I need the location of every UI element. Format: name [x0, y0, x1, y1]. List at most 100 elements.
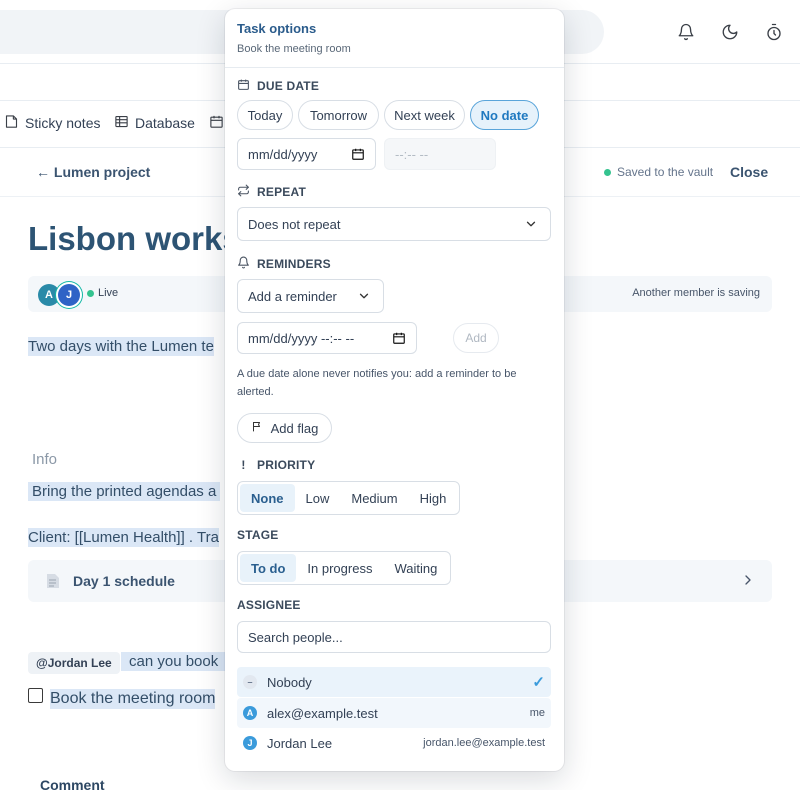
paragraph[interactable]: can you book: [121, 652, 227, 671]
avatar: J: [58, 284, 80, 306]
popover-title: Task options: [237, 21, 317, 36]
popover-header: Task options Book the meeting room: [225, 9, 564, 68]
live-label: Live: [98, 287, 119, 299]
priority-high-option[interactable]: High: [409, 484, 458, 512]
avatar: –: [243, 675, 257, 689]
document-icon: [46, 573, 60, 594]
priority-label: ! PRIORITY: [237, 458, 552, 472]
check-icon: ✓: [532, 674, 545, 691]
priority-low-option[interactable]: Low: [295, 484, 341, 512]
avatar: J: [243, 736, 257, 750]
stage-segmented-control: To do In progress Waiting: [237, 551, 452, 585]
comment-heading: Comment: [40, 777, 105, 790]
paragraph[interactable]: Client: [[Lumen Health]] . Tra: [28, 528, 219, 547]
page-title[interactable]: Lisbon works: [28, 220, 241, 258]
paragraph[interactable]: Bring the printed agendas a: [28, 482, 221, 501]
repeat-value: Does not repeat: [248, 216, 341, 232]
back-to-project-link[interactable]: ← Lumen project: [36, 164, 150, 180]
flag-icon: [251, 420, 263, 436]
linked-page-title: Day 1 schedule: [73, 573, 175, 589]
add-flag-label: Add flag: [270, 420, 319, 436]
section-label: DUE DATE: [257, 79, 320, 93]
priority-none-option[interactable]: None: [240, 484, 295, 512]
stage-section: STAGE: [237, 528, 552, 542]
tab-database[interactable]: Database: [114, 114, 195, 132]
live-dot-icon: [87, 289, 94, 297]
calendar-icon: [237, 78, 250, 94]
add-reminder-select[interactable]: Add a reminder: [237, 279, 384, 313]
reminder-hint: A due date alone never notifies you: add…: [237, 368, 517, 398]
status-dot-icon: [604, 168, 611, 176]
repeat-select[interactable]: Does not repeat: [237, 207, 551, 241]
person-name: alex@example.test: [267, 705, 378, 721]
live-indicator: Live: [87, 287, 118, 299]
repeat-icon: [237, 184, 250, 200]
note-icon: [4, 114, 19, 132]
assignee-option-nobody[interactable]: – Nobody ✓: [237, 667, 551, 697]
priority-medium-option[interactable]: Medium: [340, 484, 408, 512]
people-search-input[interactable]: Search people...: [237, 621, 551, 653]
due-date-label: DUE DATE: [237, 78, 552, 94]
calendar-picker-icon[interactable]: [392, 331, 406, 348]
stage-todo-option[interactable]: To do: [240, 554, 297, 582]
reminder-datetime-input[interactable]: mm/dd/yyyy --:-- --: [237, 322, 417, 354]
calendar-picker-icon[interactable]: [351, 147, 365, 164]
chevron-down-icon: [357, 289, 371, 306]
avatar: A: [38, 284, 60, 306]
section-label: PRIORITY: [257, 458, 316, 472]
moon-icon[interactable]: [718, 20, 742, 44]
chevron-right-icon: [740, 572, 756, 593]
people-search-placeholder: Search people...: [248, 629, 343, 645]
tab-calendar[interactable]: [209, 114, 224, 132]
person-meta: me: [529, 707, 545, 719]
reminders-section: REMINDERS: [237, 256, 552, 272]
info-heading: Info: [32, 451, 58, 468]
add-reminder-button[interactable]: Add: [453, 323, 499, 353]
section-label: REMINDERS: [257, 257, 331, 271]
paragraph[interactable]: Two days with the Lumen te: [28, 337, 214, 356]
due-date-input[interactable]: mm/dd/yyyy: [237, 138, 376, 170]
assignee-option-jordan[interactable]: J Jordan Lee jordan.lee@example.test: [237, 728, 551, 758]
stage-label: STAGE: [237, 528, 279, 542]
exclamation-icon: !: [241, 458, 246, 472]
due-no-date-chip[interactable]: No date: [470, 100, 539, 130]
task-checkbox[interactable]: [28, 688, 43, 703]
timer-icon[interactable]: [762, 20, 786, 44]
assignee-section: ASSIGNEE: [237, 598, 552, 612]
saved-status-text: Saved to the vault: [617, 165, 714, 179]
tab-label: Database: [135, 115, 195, 131]
datetime-placeholder: mm/dd/yyyy --:-- --: [248, 330, 355, 346]
stage-in-progress-option[interactable]: In progress: [296, 554, 383, 582]
due-time-input: --:-- --: [384, 138, 496, 170]
chevron-down-icon: [524, 217, 538, 234]
date-placeholder: mm/dd/yyyy: [248, 146, 318, 162]
repeat-section: REPEAT: [237, 184, 552, 200]
assignee-label: ASSIGNEE: [237, 598, 301, 612]
task-options-popover: Task options Book the meeting room DUE D…: [225, 9, 564, 771]
person-name: Jordan Lee: [267, 735, 333, 751]
due-tomorrow-chip[interactable]: Tomorrow: [298, 100, 379, 130]
stage-waiting-option[interactable]: Waiting: [383, 554, 448, 582]
reminders-label: REMINDERS: [237, 256, 552, 272]
person-meta: jordan.lee@example.test: [423, 737, 545, 749]
task-text[interactable]: Book the meeting room: [50, 689, 216, 709]
due-next-week-chip[interactable]: Next week: [384, 100, 465, 130]
person-name: Nobody: [267, 674, 312, 690]
bell-icon[interactable]: [674, 20, 698, 44]
tab-sticky-notes[interactable]: Sticky notes: [4, 114, 100, 132]
time-placeholder: --:-- --: [395, 146, 429, 162]
priority-segmented-control: None Low Medium High: [237, 481, 461, 515]
avatar: A: [243, 706, 257, 720]
due-date-section: DUE DATE: [237, 78, 552, 94]
tab-label: Sticky notes: [25, 115, 101, 131]
due-today-chip[interactable]: Today: [237, 100, 293, 130]
table-icon: [114, 114, 129, 132]
close-button[interactable]: Close: [730, 164, 768, 180]
add-reminder-label: Add a reminder: [248, 288, 337, 304]
assignee-option-alex[interactable]: A alex@example.test me: [237, 698, 551, 728]
add-flag-button[interactable]: Add flag: [237, 413, 332, 443]
saving-status: Another member is saving: [632, 287, 760, 299]
priority-section: ! PRIORITY: [237, 458, 552, 472]
calendar-icon: [209, 114, 224, 132]
user-mention[interactable]: @Jordan Lee: [28, 652, 120, 674]
